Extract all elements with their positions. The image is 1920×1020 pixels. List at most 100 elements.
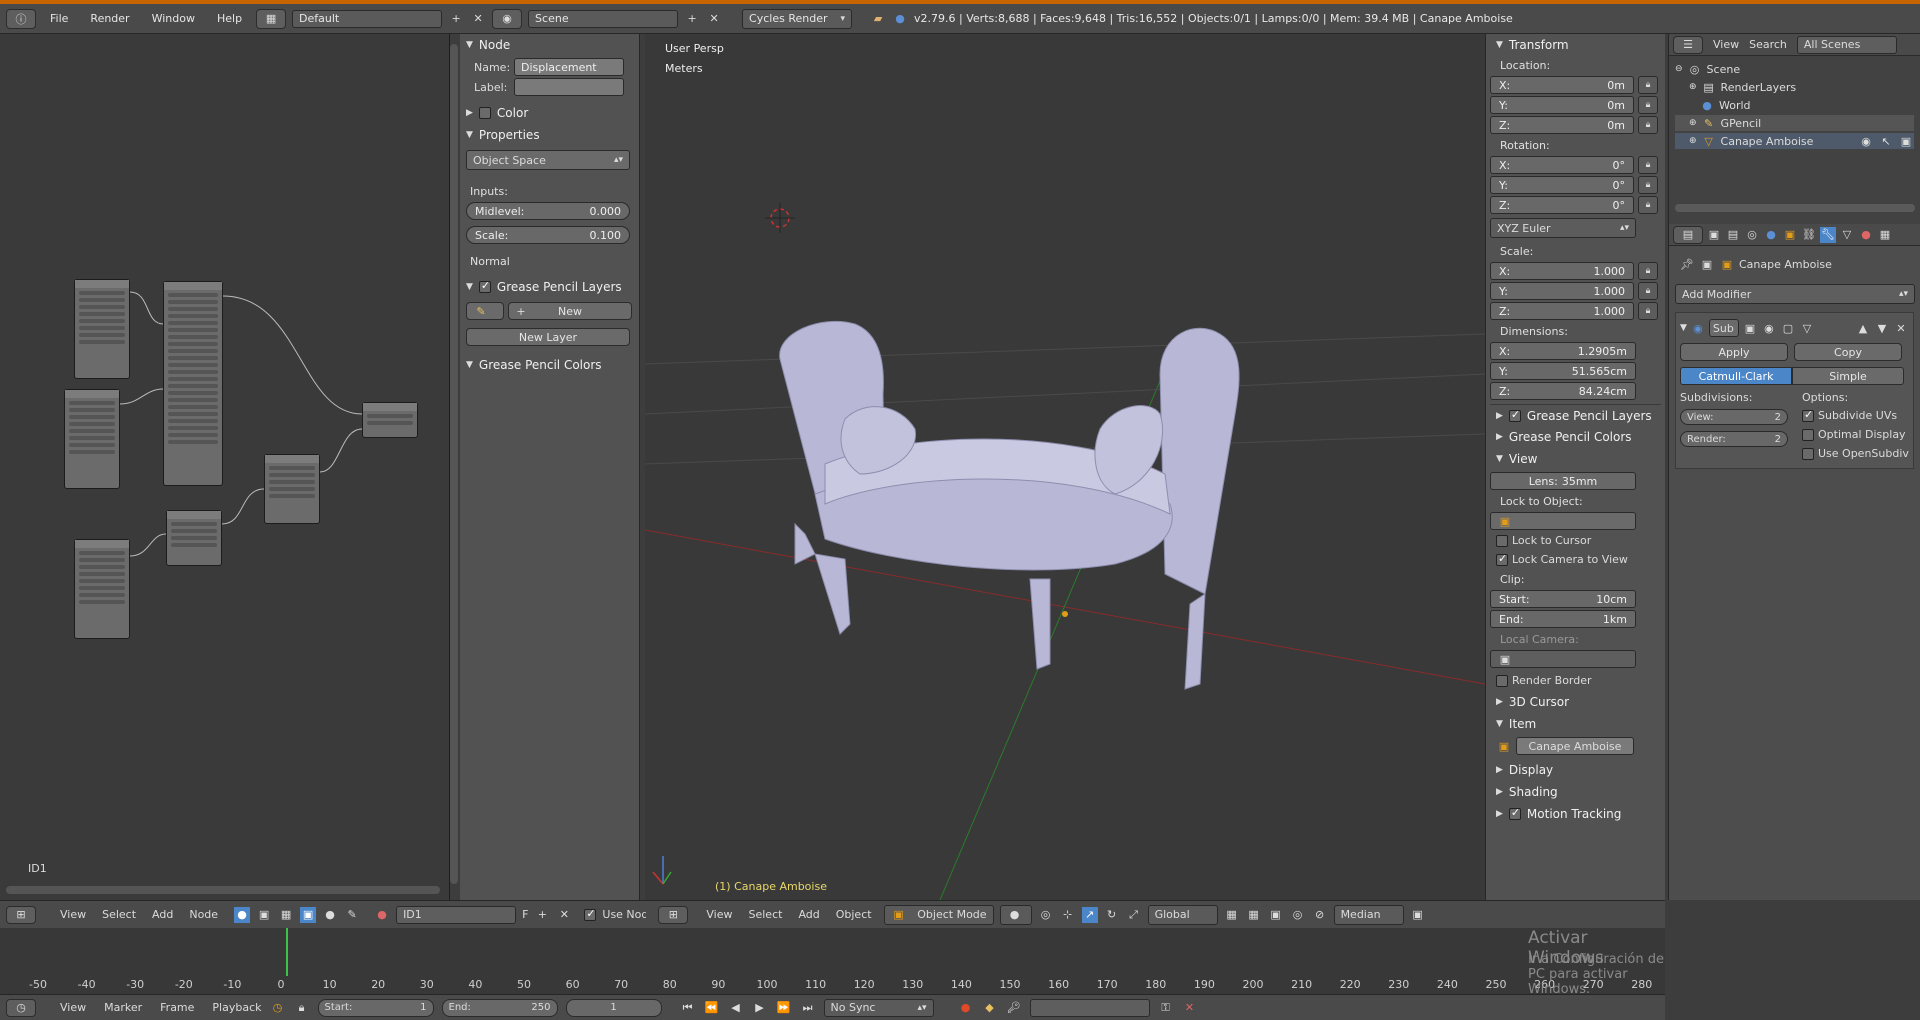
lock-cursor-checkbox[interactable] <box>1496 534 1508 547</box>
dimension-z-field[interactable]: Z: 84.24cm <box>1490 382 1636 400</box>
editmode-toggle-icon[interactable]: ▢ <box>1780 320 1796 336</box>
outliner-menu-search[interactable]: Search <box>1749 38 1787 51</box>
transform-orientation-dropdown[interactable]: Global <box>1147 904 1218 925</box>
current-frame-field[interactable]: 1 <box>565 998 662 1017</box>
view-levels-field[interactable]: View: 2 <box>1680 409 1788 425</box>
collapse-triangle-icon[interactable]: ▼ <box>1680 323 1687 333</box>
catmull-clark-toggle[interactable]: Catmull-Clark <box>1680 367 1792 385</box>
gp-layers-checkbox[interactable] <box>478 279 491 293</box>
lock-icon[interactable]: 🔒︎ <box>1638 116 1658 134</box>
location-y-field[interactable]: Y: 0m <box>1490 96 1634 114</box>
node-menu-select[interactable]: Select <box>102 908 136 921</box>
item-panel-header[interactable]: ▼ Item <box>1490 713 1661 735</box>
lock-icon[interactable]: 🔒︎ <box>1638 302 1658 320</box>
linestyle-shader-icon[interactable]: ✎ <box>344 907 360 923</box>
menu-file[interactable]: File <box>42 12 76 25</box>
snap-icon[interactable]: ⊘ <box>1312 907 1328 923</box>
scale-x-field[interactable]: X: 1.000 <box>1490 262 1634 280</box>
start-frame-field[interactable]: Start: 1 <box>317 998 434 1017</box>
clip-start-field[interactable]: Start: 10cm <box>1490 590 1636 608</box>
new-layer-button[interactable]: New Layer <box>466 328 630 346</box>
3d-cursor-panel-header[interactable]: ▶ 3D Cursor <box>1490 691 1661 713</box>
node-menu-node[interactable]: Node <box>189 908 218 921</box>
cage-toggle-icon[interactable]: ▽ <box>1799 320 1815 336</box>
lock-icon[interactable]: 🔒︎ <box>1638 76 1658 94</box>
move-down-icon[interactable]: ▼ <box>1874 320 1890 336</box>
object-tab-icon[interactable]: ▣ <box>1782 227 1798 243</box>
world-shader-icon[interactable]: ● <box>322 907 338 923</box>
gp-layers-panel-header[interactable]: ▶ Grease Pencil Layers <box>1490 404 1661 426</box>
outliner-item-world[interactable]: ● World <box>1675 97 1914 113</box>
keying-set-icon[interactable]: ◆ <box>982 1000 998 1016</box>
lock-icon[interactable]: 🔒︎ <box>1638 156 1658 174</box>
node-editor-canvas[interactable]: ID1 <box>0 34 458 900</box>
scene-tab-icon[interactable]: ◎ <box>1744 227 1760 243</box>
lock-layers-icon[interactable]: ▣ <box>1268 907 1284 923</box>
node-editor-type-button[interactable]: ⊞ <box>6 905 36 924</box>
add-scene-icon[interactable]: + <box>684 11 700 27</box>
timeline-menu-frame[interactable]: Frame <box>160 1001 194 1014</box>
layers-icon[interactable]: ▦ <box>1224 907 1240 923</box>
node-editor-vscrollbar[interactable] <box>450 44 458 884</box>
color-checkbox[interactable] <box>478 107 491 119</box>
node-editor-hscrollbar[interactable] <box>6 886 440 894</box>
lock-icon[interactable]: 🔒︎ <box>1638 96 1658 114</box>
use-opensubdiv-checkbox[interactable] <box>1802 447 1814 460</box>
menu-window[interactable]: Window <box>144 12 203 25</box>
end-frame-field[interactable]: End: 250 <box>441 998 558 1017</box>
view3d-menu-add[interactable]: Add <box>798 908 819 921</box>
timeline-area[interactable]: -50 -40 -30 -20 -10 0 10 20 30 40 50 60 70 80 90 100 110… <box>0 928 1665 997</box>
fake-user-toggle[interactable]: F <box>522 908 528 921</box>
timeline-menu-playback[interactable]: Playback <box>212 1001 261 1014</box>
info-editor-type-button[interactable]: ⓘ <box>6 8 36 29</box>
outliner-item-gpencil[interactable]: ⊕ ✎ GPencil <box>1675 115 1914 131</box>
midlevel-field[interactable]: Midlevel: 0.000 <box>466 202 630 220</box>
shading-panel-header[interactable]: ▶ Shading <box>1490 781 1661 803</box>
outliner-menu-view[interactable]: View <box>1713 38 1739 51</box>
data-tab-icon[interactable]: ▽ <box>1839 227 1855 243</box>
gp-brush-button[interactable]: ✎ <box>466 302 504 320</box>
layout-type-button[interactable]: ▦ <box>256 8 287 29</box>
delete-layout-icon[interactable]: ✕ <box>470 11 486 27</box>
rotate-manipulator-icon[interactable]: ↻ <box>1104 907 1120 923</box>
menu-help[interactable]: Help <box>209 12 250 25</box>
lock-icon[interactable]: 🔒︎ <box>1638 262 1658 280</box>
dimension-y-field[interactable]: Y: 51.565cm <box>1490 362 1636 380</box>
lock-camera-checkbox[interactable] <box>1496 552 1508 566</box>
eye-icon[interactable]: ◉ <box>1858 133 1874 149</box>
outliner-filter-dropdown[interactable]: All Scenes <box>1796 35 1897 54</box>
outliner-hscrollbar[interactable] <box>1675 204 1915 212</box>
unlink-datablock-icon[interactable]: ✕ <box>556 907 572 923</box>
texture-tab-icon[interactable]: ▦ <box>1877 227 1893 243</box>
layers-icon-2[interactable]: ▦ <box>1246 907 1262 923</box>
rotation-z-field[interactable]: Z: 0° <box>1490 196 1634 214</box>
material-tab-icon[interactable]: ● <box>1858 227 1874 243</box>
copy-button[interactable]: Copy <box>1794 343 1902 361</box>
scene-field[interactable]: Scene <box>528 9 679 28</box>
shader-nodes-icon[interactable]: ● <box>234 906 251 923</box>
scale-manipulator-icon[interactable]: ⤢ <box>1126 907 1142 923</box>
world-tab-icon[interactable]: ● <box>1763 227 1779 243</box>
location-x-field[interactable]: X: 0m <box>1490 76 1634 94</box>
jump-start-icon[interactable]: ⏮ <box>680 1000 696 1016</box>
modifier-name-field[interactable]: Sub <box>1708 319 1739 337</box>
view3d-menu-select[interactable]: Select <box>749 908 783 921</box>
transform-panel-header[interactable]: ▼ Transform <box>1490 34 1661 56</box>
record-icon[interactable]: ● <box>958 1000 974 1016</box>
properties-type-button[interactable]: ▤ <box>1673 225 1703 244</box>
interaction-mode-dropdown[interactable]: ▣ Object Mode <box>883 904 994 925</box>
pivot-icon[interactable]: ◎ <box>1038 907 1054 923</box>
menu-render[interactable]: Render <box>82 12 137 25</box>
gp-colors-panel-header[interactable]: ▶ Grease Pencil Colors <box>1490 426 1661 448</box>
local-camera-field[interactable]: ▣ <box>1490 650 1636 668</box>
node-panel-header[interactable]: ▼ Node <box>460 34 639 56</box>
play-reverse-icon[interactable]: ◀ <box>728 1000 744 1016</box>
clip-end-field[interactable]: End: 1km <box>1490 610 1636 628</box>
item-name-field[interactable]: Canape Amboise <box>1516 737 1634 755</box>
add-datablock-icon[interactable]: + <box>534 907 550 923</box>
gp-layers-panel-header[interactable]: ▼ Grease Pencil Layers <box>460 276 639 298</box>
screen-layout-field[interactable]: Default <box>292 9 443 28</box>
gp-colors-panel-header[interactable]: ▼ Grease Pencil Colors <box>460 354 639 376</box>
scale-field[interactable]: Scale: 0.100 <box>466 226 630 244</box>
motion-tracking-panel-header[interactable]: ▶ Motion Tracking <box>1490 803 1661 825</box>
